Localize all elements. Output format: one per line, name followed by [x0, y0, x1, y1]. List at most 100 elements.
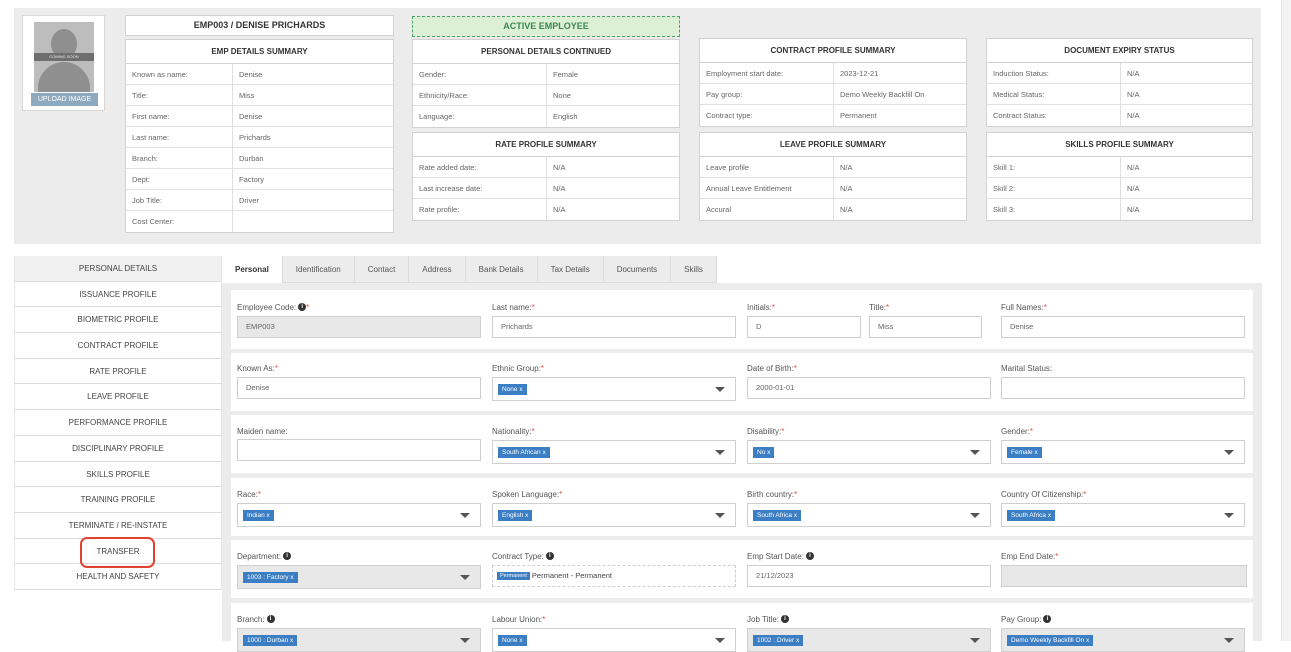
- sidebar-item-terminate-re-instate[interactable]: TERMINATE / RE-INSTATE: [14, 512, 222, 539]
- leave-profile-summary: LEAVE PROFILE SUMMARY Leave profile N/A An…: [699, 132, 967, 221]
- title-label-text: Title:: [869, 303, 887, 312]
- tab-skills[interactable]: Skills: [671, 256, 717, 283]
- tab-documents[interactable]: Documents: [604, 256, 672, 283]
- rate-profile-summary: RATE PROFILE SUMMARY Rate added date: N/A…: [412, 132, 680, 221]
- summary-row: Job Title: Driver: [126, 190, 393, 211]
- selected-chip[interactable]: Indian x: [243, 510, 274, 521]
- personal-details-continued: PERSONAL DETAILS CONTINUED Gender: Female…: [412, 39, 680, 128]
- tab-address[interactable]: Address: [409, 256, 466, 283]
- summary-row: Title: Miss: [126, 85, 393, 106]
- info-icon[interactable]: i: [266, 615, 275, 623]
- chevron-down-icon[interactable]: [970, 513, 980, 518]
- chevron-down-icon[interactable]: [970, 450, 980, 455]
- selected-chip[interactable]: Female x: [1007, 447, 1042, 458]
- sidebar-item-issuance-profile[interactable]: ISSUANCE PROFILE: [14, 281, 222, 308]
- job-title-label-text: Job Title:: [747, 615, 780, 624]
- chevron-down-icon[interactable]: [715, 450, 725, 455]
- tab-bank-details[interactable]: Bank Details: [466, 256, 538, 283]
- sidebar-item-contract-profile[interactable]: CONTRACT PROFILE: [14, 333, 222, 359]
- sidebar-item-disciplinary-profile[interactable]: DISCIPLINARY PROFILE: [14, 435, 222, 462]
- summary-value: Denise: [239, 70, 263, 79]
- initials-input[interactable]: D: [747, 316, 861, 338]
- chevron-down-icon[interactable]: [460, 575, 470, 580]
- selected-chip[interactable]: None x: [498, 384, 527, 395]
- selected-chip[interactable]: South Africa x: [753, 510, 802, 521]
- required-mark: *: [1029, 427, 1034, 436]
- title-input[interactable]: Miss: [869, 316, 982, 338]
- chevron-down-icon[interactable]: [715, 387, 725, 392]
- sidebar-item-health-and-safety[interactable]: HEALTH AND SAFETY: [14, 564, 222, 590]
- info-icon[interactable]: i: [1043, 615, 1052, 623]
- summary-value: Prichards: [239, 133, 271, 142]
- disability-select[interactable]: No x: [747, 440, 991, 464]
- summary-value: N/A: [1127, 90, 1140, 99]
- maiden-input[interactable]: [237, 439, 481, 461]
- tab-tax-details[interactable]: Tax Details: [538, 256, 604, 283]
- contract-type-select[interactable]: Permanent Permanent - Permanent: [492, 565, 736, 587]
- summary-row: Last name: Prichards: [126, 127, 393, 148]
- sidebar-item-biometric-profile[interactable]: BIOMETRIC PROFILE: [14, 307, 222, 334]
- info-icon[interactable]: i: [283, 552, 292, 560]
- race-select[interactable]: Indian x: [237, 503, 481, 527]
- birth-country-select[interactable]: South Africa x: [747, 503, 991, 527]
- full-names-input[interactable]: Denise: [1001, 316, 1245, 338]
- department-select[interactable]: 1003 : Factory x: [237, 565, 481, 589]
- chevron-down-icon[interactable]: [1224, 513, 1234, 518]
- tab-personal[interactable]: Personal: [222, 256, 283, 284]
- citizenship-select[interactable]: South Africa x: [1001, 503, 1245, 527]
- document-expiry-status: DOCUMENT EXPIRY STATUS Induction Status:…: [986, 38, 1253, 127]
- sidebar-item-personal-details[interactable]: PERSONAL DETAILS: [14, 256, 222, 282]
- summary-key: Pay group:: [700, 84, 834, 104]
- ethnic-group-select[interactable]: None x: [492, 377, 736, 401]
- dob-input[interactable]: 2000-01-01: [747, 377, 991, 399]
- sidebar-item-training-profile[interactable]: TRAINING PROFILE: [14, 487, 222, 513]
- summary-value: English: [553, 112, 578, 121]
- summary-key: Language:: [413, 106, 547, 127]
- marital-input[interactable]: [1001, 377, 1245, 399]
- required-mark: *: [886, 303, 890, 312]
- sidebar-item-performance-profile[interactable]: PERFORMANCE PROFILE: [14, 410, 222, 436]
- scrollbar[interactable]: [1281, 0, 1291, 641]
- selected-chip[interactable]: South African x: [498, 447, 550, 458]
- info-icon[interactable]: i: [805, 552, 814, 560]
- required-mark: *: [274, 364, 278, 373]
- last-name-input[interactable]: Prichards: [492, 316, 736, 338]
- sidebar-item-rate-profile[interactable]: RATE PROFILE: [14, 358, 222, 385]
- selected-chip[interactable]: English x: [498, 510, 533, 521]
- chevron-down-icon[interactable]: [715, 513, 725, 518]
- info-icon[interactable]: i: [781, 615, 790, 623]
- summary-value: N/A: [553, 184, 566, 193]
- selected-chip[interactable]: 1003 : Factory x: [243, 572, 298, 583]
- employee-code-input[interactable]: EMP003: [237, 316, 481, 338]
- nationality-select[interactable]: South African x: [492, 440, 736, 464]
- chevron-down-icon[interactable]: [1224, 450, 1234, 455]
- tab-identification[interactable]: Identification: [283, 256, 355, 283]
- job-title-select[interactable]: 1002 : Driver x: [747, 628, 991, 652]
- spoken-language-select[interactable]: English x: [492, 503, 736, 527]
- summary-row: Contract type: Permanent: [700, 105, 966, 126]
- branch-select[interactable]: 1000 : Durban x: [237, 628, 481, 652]
- labour-union-select[interactable]: None x: [492, 628, 736, 652]
- emp-start-label-text: Emp Start Date:: [747, 552, 804, 561]
- sidebar-item-leave-profile[interactable]: LEAVE PROFILE: [14, 384, 222, 411]
- branch-label-text: Branch:: [237, 615, 265, 624]
- maiden-label-text: Maiden name:: [237, 427, 288, 436]
- selected-chip[interactable]: South Africa x: [1007, 510, 1056, 521]
- summary-value: N/A: [840, 163, 853, 172]
- contract-type-label-text: Contract Type:: [492, 552, 544, 561]
- selected-chip[interactable]: No x: [753, 447, 775, 458]
- sidebar-item-skills-profile[interactable]: SKILLS PROFILE: [14, 461, 222, 488]
- birth-country-label-text: Birth country:: [747, 490, 795, 499]
- gender-select[interactable]: Female x: [1001, 440, 1245, 464]
- required-mark: *: [794, 490, 798, 499]
- summary-row: Skill 1: N/A: [987, 157, 1252, 178]
- emp-start-input[interactable]: 21/12/2023: [747, 565, 991, 587]
- known-as-input[interactable]: Denise: [237, 377, 481, 399]
- emp-end-input[interactable]: [1001, 565, 1247, 587]
- pay-group-select[interactable]: Demo Weekly Backfill On x: [1001, 628, 1245, 652]
- chevron-down-icon[interactable]: [460, 513, 470, 518]
- upload-image-button[interactable]: UPLOAD IMAGE: [31, 93, 98, 106]
- info-icon[interactable]: i: [545, 552, 554, 560]
- info-icon[interactable]: i: [298, 303, 307, 311]
- tab-contact[interactable]: Contact: [355, 256, 410, 283]
